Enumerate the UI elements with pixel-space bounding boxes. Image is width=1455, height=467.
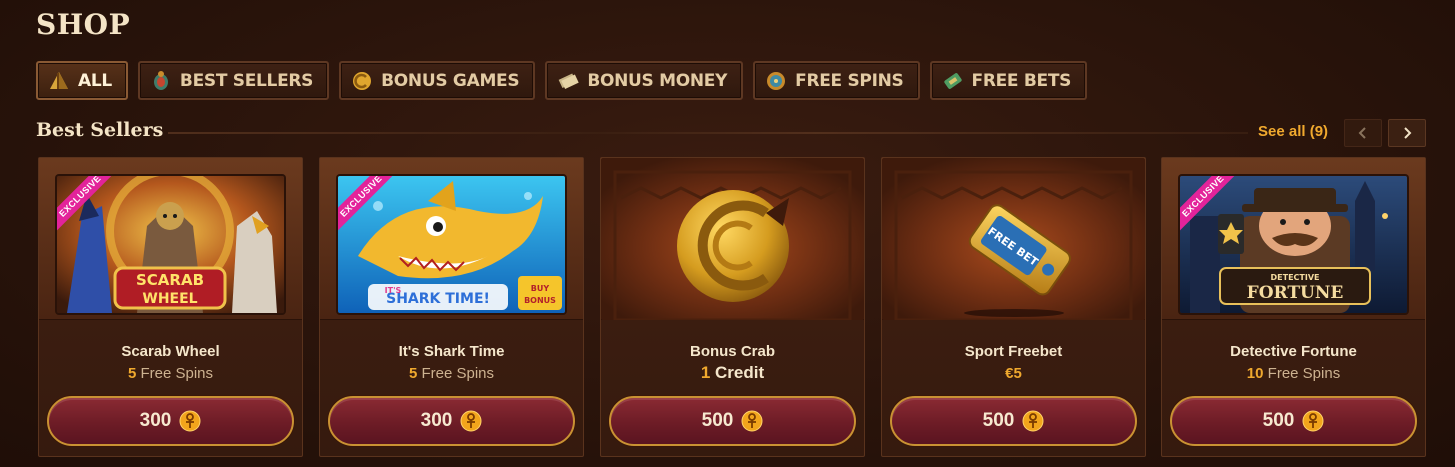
carousel-prev-button[interactable] (1344, 119, 1382, 147)
buy-button[interactable]: 500 (1170, 396, 1417, 446)
filter-tabs: ALL BEST SELLERS BONUS GAMES BONUS MONEY… (36, 61, 1088, 100)
shark-time-image: SHARK TIME! IT'S BUY BONUS EXCLUSIVE (338, 176, 565, 313)
svg-text:FORTUNE: FORTUNE (1247, 283, 1344, 303)
svg-text:IT'S: IT'S (385, 286, 402, 295)
card-frame: SCARAB WHEEL EXCLUSIVE (39, 158, 302, 320)
chevron-left-icon (1358, 127, 1366, 139)
ankh-coin-icon (741, 410, 763, 432)
card-subtitle: 10 Free Spins (1246, 365, 1341, 382)
see-all-link[interactable]: See all (9) (1258, 123, 1328, 140)
section-title: Best Sellers (36, 119, 164, 141)
product-card[interactable]: Bonus Crab 1 Credit 500 (600, 157, 865, 457)
buy-button[interactable]: 300 (328, 396, 575, 446)
section-header: Best Sellers See all (9) (36, 117, 1427, 149)
shop-title: SHOP (36, 8, 131, 41)
ticket-icon (942, 70, 964, 92)
bonus-crab-image (601, 158, 864, 320)
card-name: Bonus Crab (689, 343, 775, 360)
tab-label: FREE BETS (971, 70, 1072, 91)
section-divider (168, 132, 1248, 134)
product-card[interactable]: SHARK TIME! IT'S BUY BONUS EXCLUSIVE It'… (319, 157, 584, 457)
tab-label: BEST SELLERS (179, 70, 314, 91)
ankh-coin-icon (1022, 410, 1044, 432)
product-card[interactable]: SCARAB WHEEL EXCLUSIVE Scarab Wheel 5 Fr… (38, 157, 303, 457)
buy-button[interactable]: 300 (47, 396, 294, 446)
buy-button[interactable]: 500 (609, 396, 856, 446)
svg-text:BONUS: BONUS (524, 296, 556, 305)
tab-label: BONUS GAMES (381, 70, 520, 91)
tab-best-sellers[interactable]: BEST SELLERS (137, 61, 330, 100)
ankh-coin-icon (179, 410, 201, 432)
product-card[interactable]: DETECTIVE FORTUNE EXCLUSIVE Detective Fo… (1161, 157, 1426, 457)
product-carousel: SCARAB WHEEL EXCLUSIVE Scarab Wheel 5 Fr… (38, 157, 1426, 457)
card-name: Sport Freebet (964, 343, 1063, 360)
beetle-icon (150, 70, 172, 92)
card-subtitle: 5 Free Spins (127, 365, 214, 382)
card-subtitle: 1 Credit (700, 363, 765, 382)
card-name: It's Shark Time (398, 343, 505, 360)
buy-button[interactable]: 500 (890, 396, 1137, 446)
tab-label: BONUS MONEY (587, 70, 728, 91)
carousel-next-button[interactable] (1388, 119, 1426, 147)
card-frame: SHARK TIME! IT'S BUY BONUS EXCLUSIVE (320, 158, 583, 320)
card-subtitle: 5 Free Spins (408, 365, 495, 382)
price-value: 300 (139, 410, 172, 431)
card-name: Scarab Wheel (121, 343, 220, 360)
chevron-right-icon (1404, 127, 1412, 139)
ankh-coin-icon (1302, 410, 1324, 432)
product-card[interactable]: FREE BET Sport Freebet €5 500 (881, 157, 1146, 457)
card-name: Detective Fortune (1230, 343, 1357, 360)
svg-text:BUY: BUY (531, 284, 550, 293)
money-icon (557, 70, 580, 92)
spin-icon (765, 70, 787, 92)
ankh-coin-icon (460, 410, 482, 432)
scarab-wheel-logo: SCARAB (136, 271, 204, 289)
price-value: 500 (1262, 410, 1295, 431)
tab-label: ALL (78, 70, 112, 91)
sport-freebet-image: FREE BET (882, 158, 1145, 320)
detective-fortune-image: DETECTIVE FORTUNE EXCLUSIVE (1180, 176, 1407, 313)
tab-free-spins[interactable]: FREE SPINS (753, 61, 920, 100)
coin-icon (351, 70, 373, 92)
pyramid-icon (48, 70, 70, 92)
tab-bonus-money[interactable]: BONUS MONEY (545, 61, 744, 100)
price-value: 300 (420, 410, 453, 431)
svg-text:SHARK TIME!: SHARK TIME! (386, 291, 490, 307)
svg-text:WHEEL: WHEEL (142, 291, 197, 307)
card-frame (601, 158, 864, 320)
scarab-wheel-image: SCARAB WHEEL EXCLUSIVE (57, 176, 284, 313)
price-value: 500 (701, 410, 734, 431)
tab-free-bets[interactable]: FREE BETS (929, 61, 1088, 100)
tab-all[interactable]: ALL (36, 61, 128, 100)
tab-label: FREE SPINS (795, 70, 904, 91)
svg-text:DETECTIVE: DETECTIVE (1271, 273, 1320, 282)
card-subtitle: €5 (1005, 365, 1022, 382)
price-value: 500 (982, 410, 1015, 431)
card-frame: DETECTIVE FORTUNE EXCLUSIVE (1162, 158, 1425, 320)
tab-bonus-games[interactable]: BONUS GAMES (339, 61, 536, 100)
card-frame: FREE BET (882, 158, 1145, 320)
